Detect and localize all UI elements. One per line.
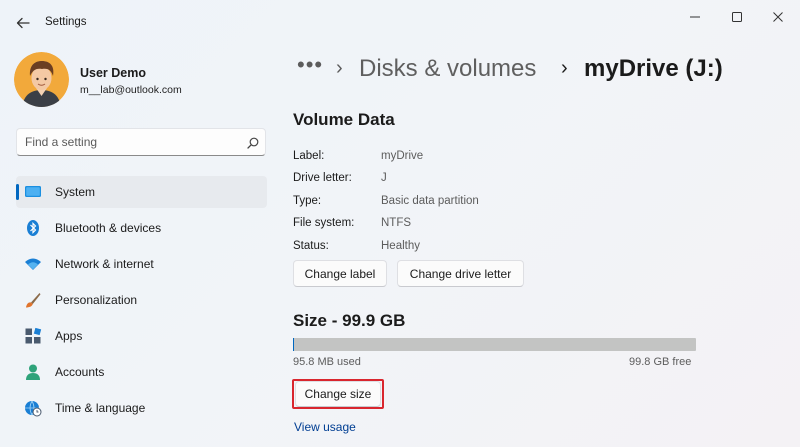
sidebar-item-time-language[interactable]: Time & language — [16, 392, 267, 424]
label-field-value: myDrive — [381, 150, 424, 162]
back-arrow-icon — [16, 17, 30, 29]
app-title: Settings — [45, 16, 87, 28]
minimize-icon — [690, 16, 700, 18]
sidebar-item-label: Accounts — [55, 365, 105, 379]
wifi-icon — [24, 255, 42, 273]
apps-icon — [24, 327, 42, 345]
change-label-button[interactable]: Change label — [293, 260, 387, 287]
title-bar: Settings — [0, 0, 800, 44]
breadcrumb-overflow-button[interactable]: ••• — [297, 52, 323, 78]
volume-data-heading: Volume Data — [293, 110, 395, 129]
status-label: Status: — [293, 240, 329, 252]
chevron-right-icon: › — [336, 57, 343, 79]
back-button[interactable] — [12, 12, 34, 34]
storage-usage-bar — [293, 338, 696, 351]
size-heading: Size - 99.9 GB — [293, 311, 406, 330]
free-space-text: 99.8 GB free — [629, 356, 692, 368]
search-box[interactable] — [16, 128, 266, 156]
close-button[interactable] — [763, 6, 793, 28]
sidebar-item-system[interactable]: System — [16, 176, 267, 208]
sidebar-item-label: Personalization — [55, 293, 138, 307]
account-icon — [24, 363, 42, 381]
sidebar-item-apps[interactable]: Apps — [16, 320, 267, 352]
sidebar-item-network[interactable]: Network & internet — [16, 248, 267, 280]
system-monitor-icon — [24, 183, 42, 201]
user-email: m__lab@outlook.com — [80, 84, 182, 96]
sidebar-item-label: Bluetooth & devices — [55, 221, 162, 235]
label-field-label: Label: — [293, 150, 325, 162]
view-usage-link[interactable]: View usage — [294, 420, 356, 434]
sidebar-item-label: System — [55, 185, 96, 199]
minimize-button[interactable] — [680, 6, 710, 28]
maximize-icon — [732, 12, 742, 22]
breadcrumb-item-disks-volumes[interactable]: Disks & volumes — [359, 55, 536, 83]
search-input[interactable] — [25, 133, 235, 151]
type-label: Type: — [293, 195, 322, 207]
sidebar-item-label: Time & language — [55, 401, 146, 415]
page-title: myDrive (J:) — [584, 55, 723, 82]
sidebar-item-label: Network & internet — [55, 257, 154, 271]
close-icon — [773, 12, 783, 22]
file-system-value: NTFS — [381, 217, 412, 229]
change-drive-letter-button[interactable]: Change drive letter — [397, 260, 524, 287]
status-value: Healthy — [381, 240, 420, 252]
selection-indicator — [16, 184, 19, 200]
type-value: Basic data partition — [381, 195, 479, 207]
file-system-label: File system: — [293, 217, 355, 229]
globe-clock-icon — [24, 399, 42, 417]
sidebar-item-label: Apps — [55, 329, 83, 343]
sidebar-item-bluetooth[interactable]: Bluetooth & devices — [16, 212, 267, 244]
bluetooth-icon — [24, 219, 42, 237]
user-name: User Demo — [80, 66, 146, 80]
avatar[interactable] — [14, 52, 69, 107]
search-icon[interactable] — [246, 136, 260, 150]
sidebar-item-accounts[interactable]: Accounts — [16, 356, 267, 388]
maximize-button[interactable] — [722, 6, 752, 28]
chevron-right-icon: › — [561, 57, 568, 79]
sidebar-item-personalization[interactable]: Personalization — [16, 284, 267, 316]
change-size-button[interactable]: Change size — [295, 381, 381, 407]
user-avatar-icon — [14, 52, 69, 107]
paintbrush-icon — [24, 291, 42, 309]
drive-letter-label: Drive letter: — [293, 172, 352, 184]
drive-letter-value: J — [381, 172, 387, 184]
used-space-text: 95.8 MB used — [293, 356, 361, 368]
